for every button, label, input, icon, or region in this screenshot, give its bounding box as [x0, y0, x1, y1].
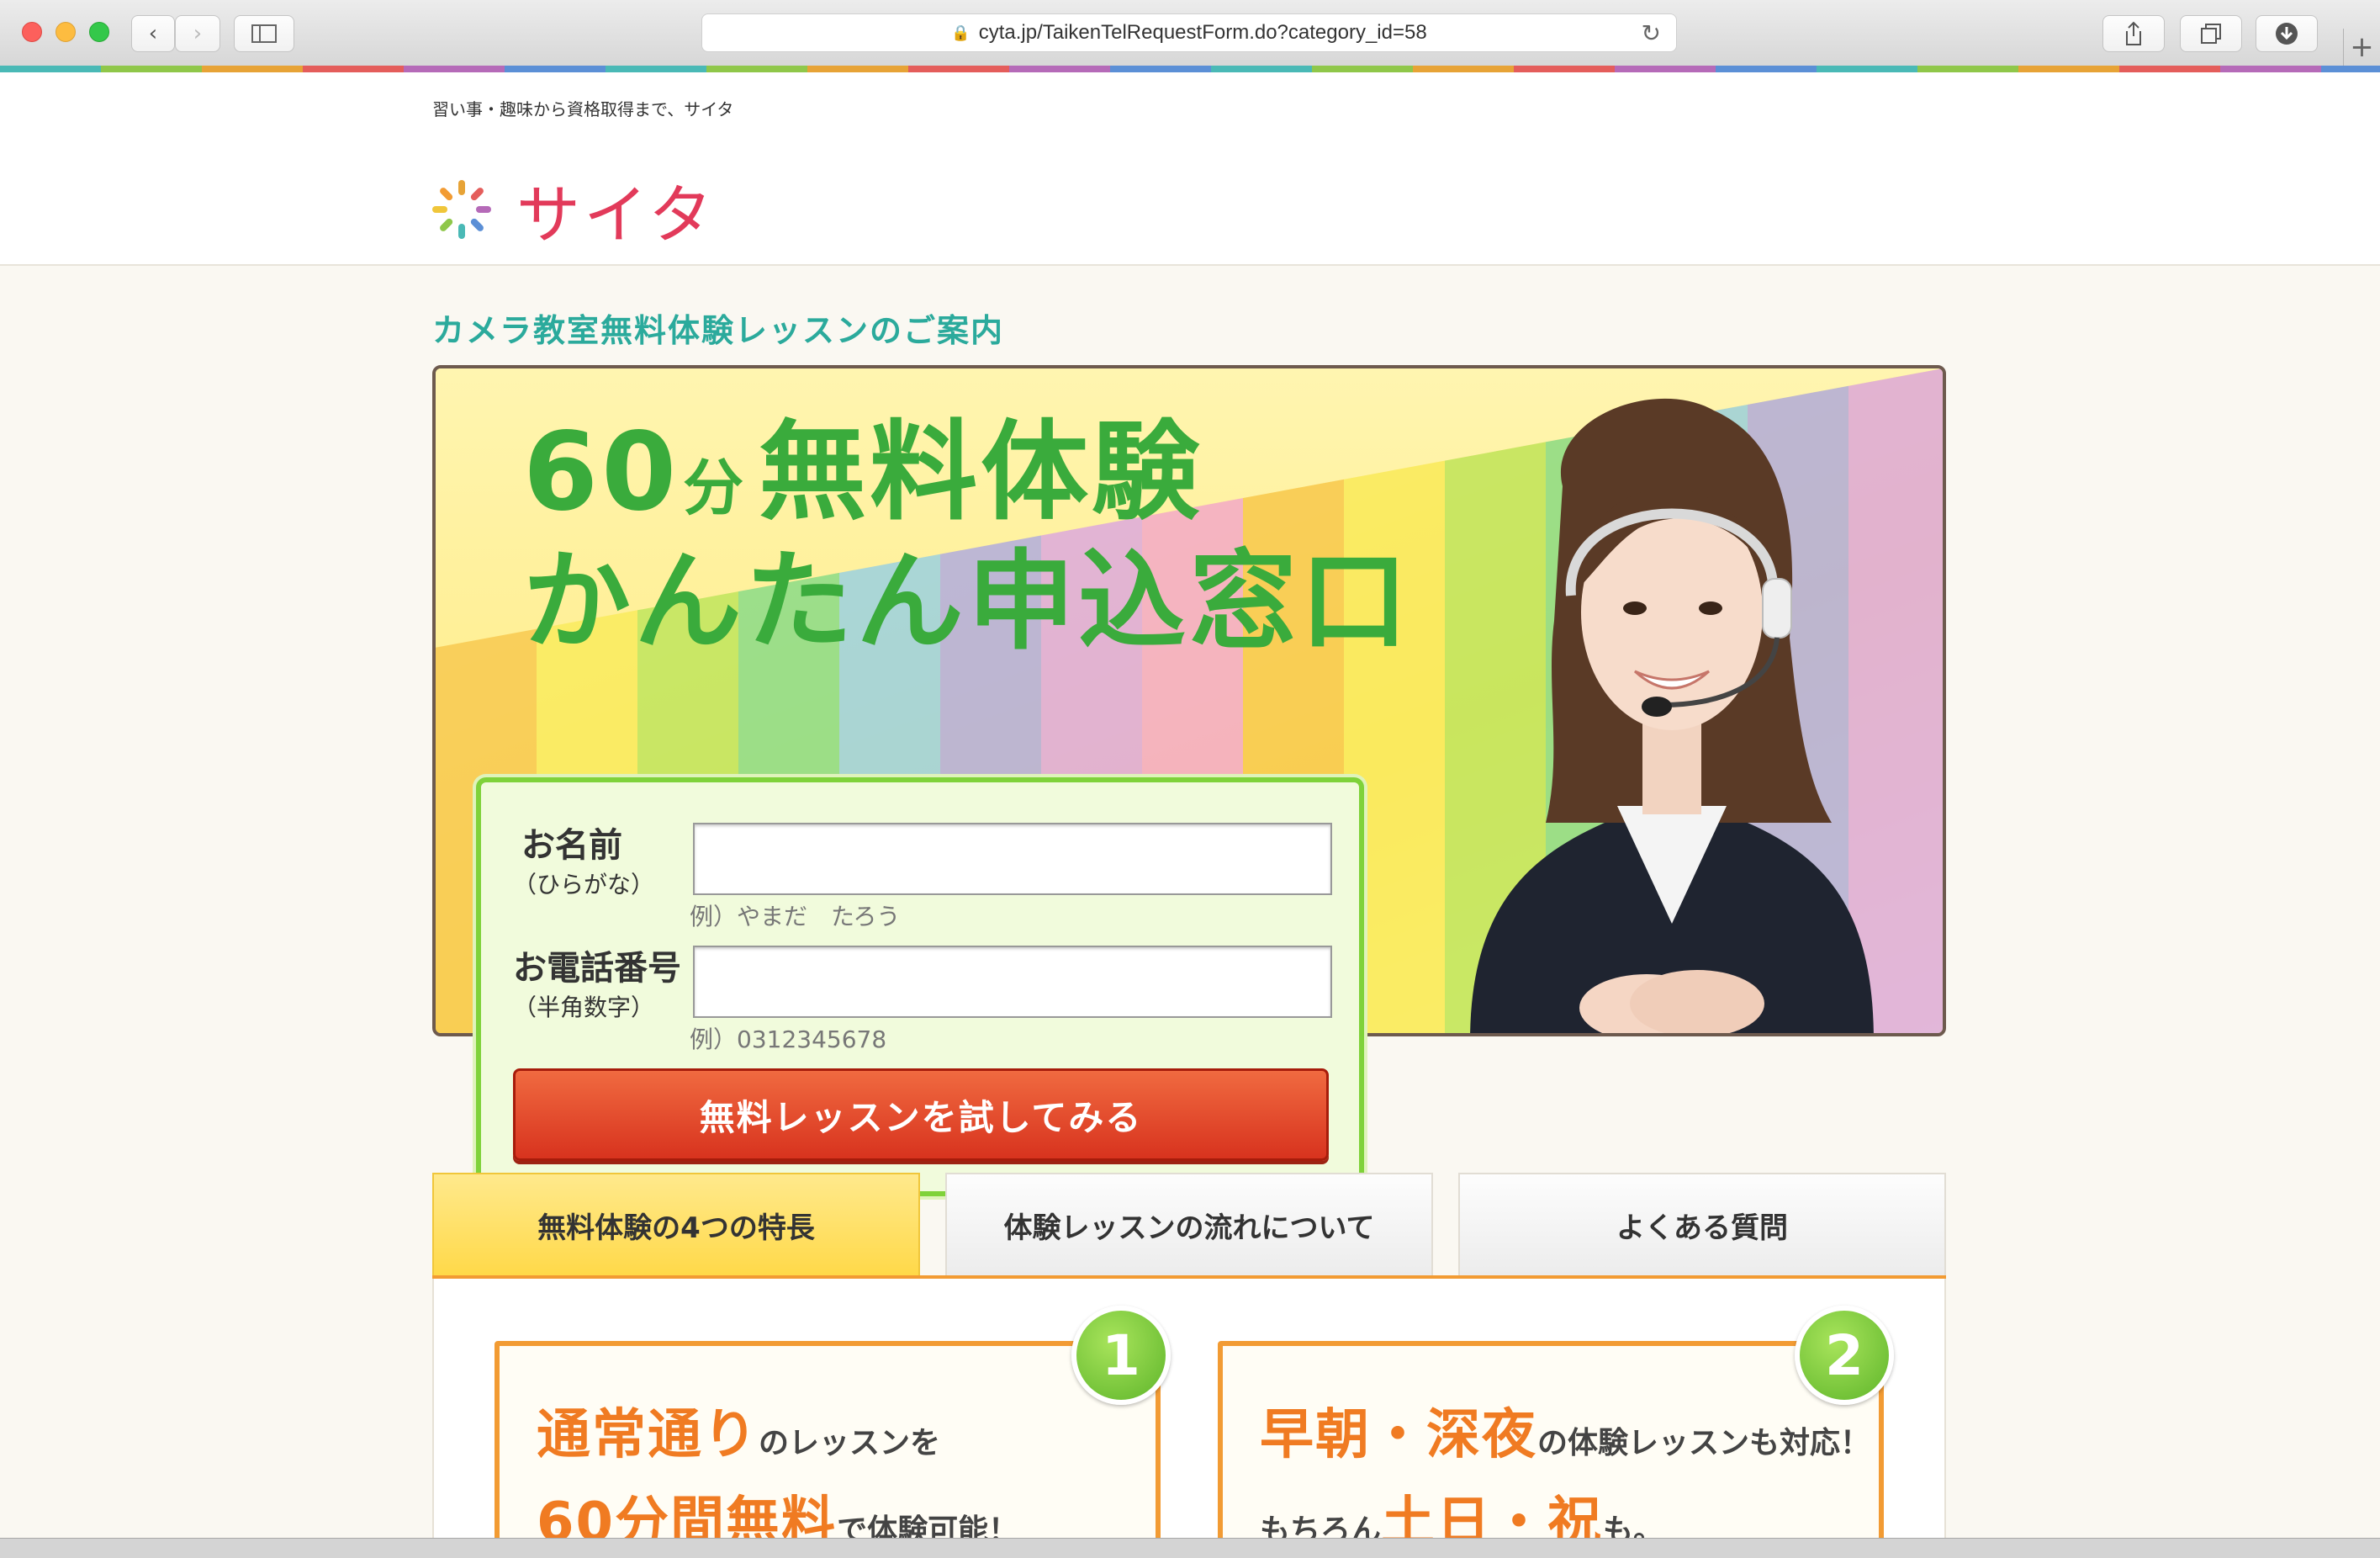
- chevron-right-icon: ›: [193, 21, 203, 46]
- logo-flower-icon: [429, 177, 495, 242]
- window-close-button[interactable]: [22, 22, 42, 42]
- site-logo[interactable]: サイタ: [429, 163, 716, 256]
- page-content: 習い事・趣味から資格取得まで、サイタ サイタ カメラ教室無料体験レッスンのご案内…: [0, 72, 2380, 1538]
- logo-text: サイタ: [516, 178, 716, 252]
- window-maximize-button[interactable]: [89, 22, 109, 42]
- tabs-icon: [2201, 24, 2221, 44]
- phone-label: お電話番号: [513, 949, 681, 988]
- feature-1-number-badge: 1: [1071, 1306, 1171, 1405]
- feature-1-line1: 通常通りのレッスンを: [537, 1404, 941, 1466]
- sidebar-toggle-button[interactable]: [234, 15, 294, 52]
- lock-icon: 🔒: [951, 24, 971, 41]
- rainbow-stripe: [0, 66, 2380, 72]
- site-header: 習い事・趣味から資格取得まで、サイタ サイタ: [0, 72, 2380, 266]
- plus-icon: +: [2350, 30, 2374, 64]
- name-input[interactable]: [693, 823, 1332, 895]
- hero-headline-unit: 分: [683, 453, 748, 523]
- hero-headline-number: 60: [523, 410, 680, 535]
- feature-2-line2: もちろん土日・祝も。: [1260, 1492, 1664, 1538]
- site-tagline: 習い事・趣味から資格取得まで、サイタ: [432, 99, 734, 119]
- phone-hint: 例）0312345678: [690, 1025, 887, 1053]
- download-icon: [2276, 23, 2298, 45]
- feature-2-number-badge: 2: [1795, 1306, 1894, 1405]
- feature-2-line1: 早朝・深夜の体験レッスンも対応！: [1260, 1404, 1871, 1466]
- phone-sublabel: （半角数字）: [513, 994, 655, 1021]
- share-icon: [2126, 21, 2141, 45]
- downloads-button[interactable]: [2256, 15, 2318, 52]
- share-button[interactable]: [2102, 15, 2165, 52]
- name-label: お名前: [521, 826, 622, 865]
- name-hint: 例）やまだ たろう: [690, 903, 901, 930]
- browser-toolbar: ‹ › 🔒 cyta.jp/TaikenTelRequestForm.do?ca…: [0, 0, 2380, 69]
- feature-card-1: 通常通りのレッスンを 60分間無料で体験可能！: [495, 1341, 1161, 1538]
- hero-headline-line2: かんたん申込窓口: [523, 539, 1412, 665]
- name-sublabel: （ひらがな）: [513, 871, 655, 898]
- address-bar[interactable]: 🔒 cyta.jp/TaikenTelRequestForm.do?catego…: [701, 13, 1677, 52]
- reload-icon[interactable]: ↻: [1642, 19, 1661, 47]
- back-button[interactable]: ‹: [131, 15, 175, 52]
- sidebar-icon: [251, 24, 277, 43]
- feature-1-line2: 60分間無料で体験可能！: [537, 1492, 1019, 1538]
- hero-headline-rest: 無料体験: [759, 410, 1203, 535]
- url-text: cyta.jp/TaikenTelRequestForm.do?category…: [978, 21, 1427, 44]
- submit-trial-button[interactable]: 無料レッスンを試してみる: [513, 1068, 1329, 1161]
- tab-lesson-flow[interactable]: 体験レッスンの流れについて: [945, 1173, 1433, 1275]
- chevron-left-icon: ‹: [148, 21, 158, 46]
- window-minimize-button[interactable]: [56, 22, 76, 42]
- window-bottom-bar: [0, 1538, 2380, 1558]
- new-tab-button[interactable]: +: [2343, 29, 2380, 66]
- trial-request-form: お名前 （ひらがな） 例）やまだ たろう お電話番号 （半角数字） 例）0312…: [476, 777, 1364, 1196]
- phone-input[interactable]: [693, 946, 1332, 1018]
- forward-button[interactable]: ›: [175, 15, 220, 52]
- page-title: カメラ教室無料体験レッスンのご案内: [432, 312, 1005, 349]
- tab-features[interactable]: 無料体験の4つの特長: [432, 1173, 920, 1275]
- operator-woman-image: [1470, 398, 1874, 1033]
- feature-card-2: 早朝・深夜の体験レッスンも対応！ もちろん土日・祝も。: [1218, 1341, 1884, 1538]
- hero-headline-line1: 60分 無料体験: [523, 419, 1203, 527]
- tab-faq[interactable]: よくある質問: [1458, 1173, 1946, 1275]
- tabs-overview-button[interactable]: [2180, 15, 2242, 52]
